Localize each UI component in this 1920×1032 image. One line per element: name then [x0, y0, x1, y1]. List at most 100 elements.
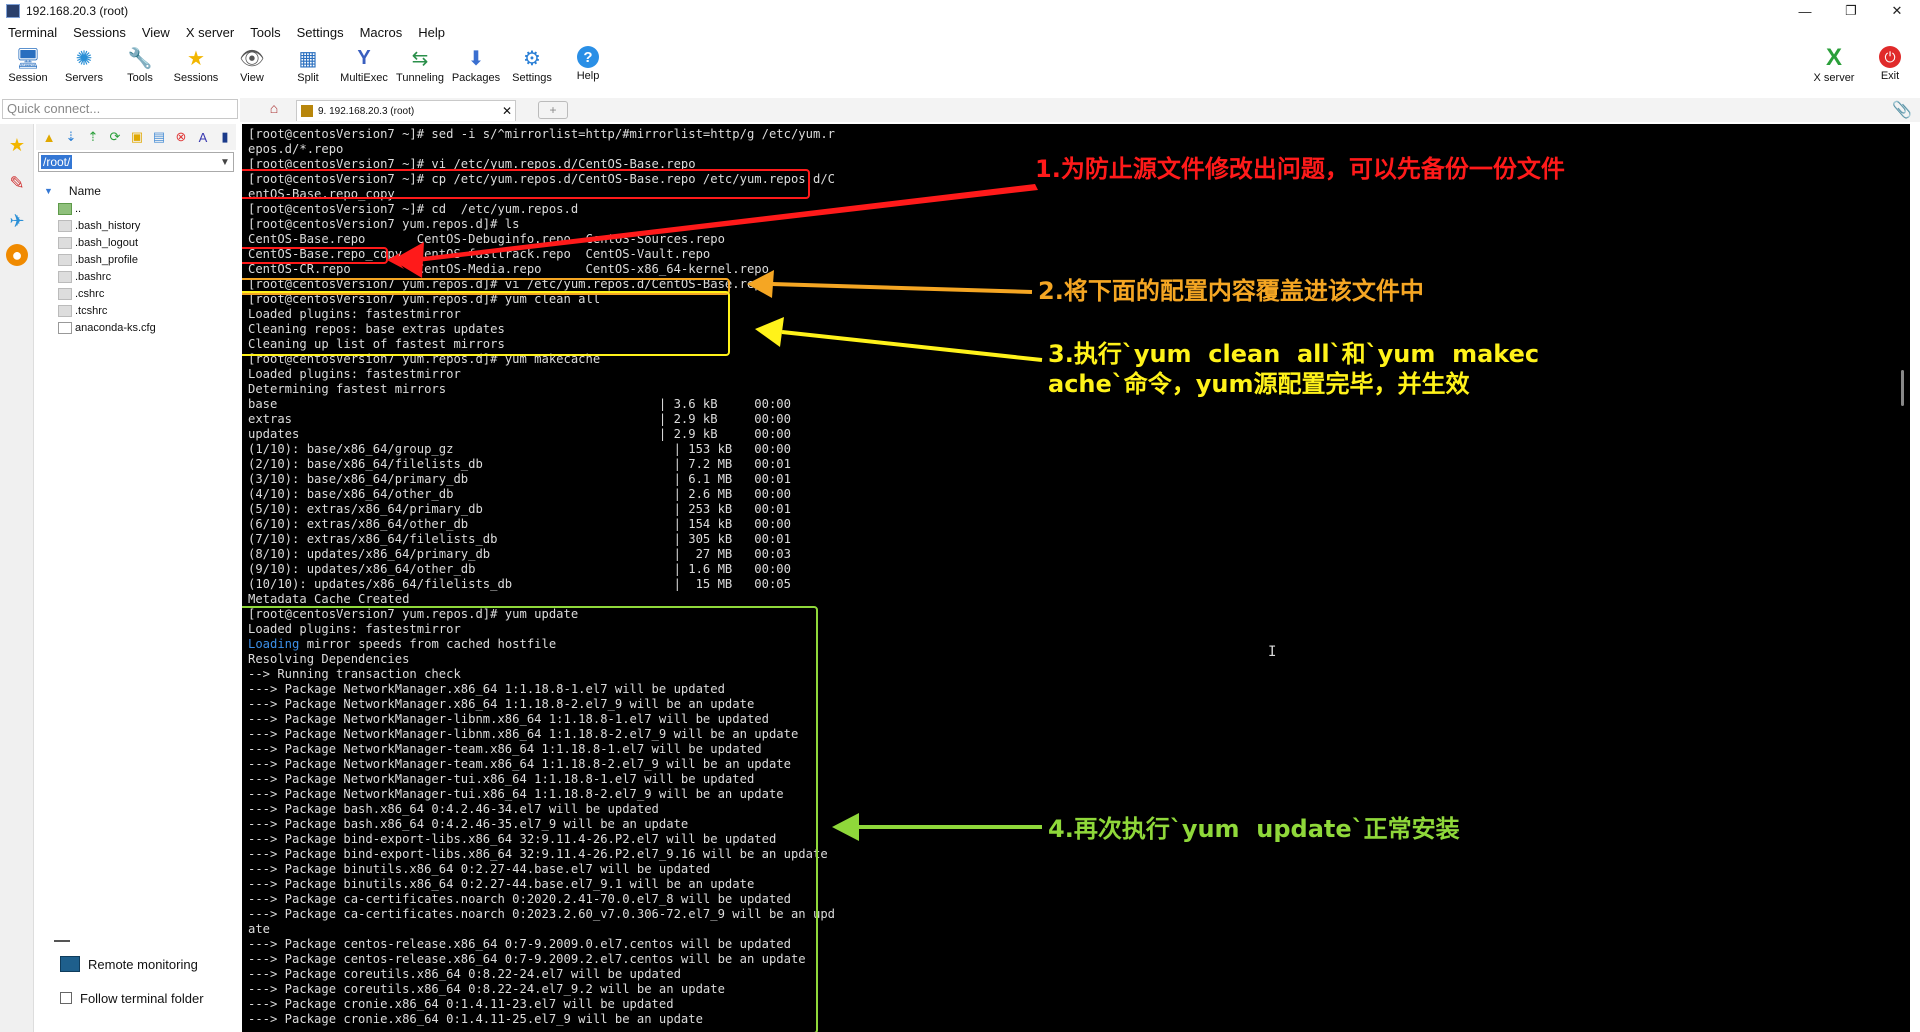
view-button[interactable]: 👁 View	[224, 42, 280, 92]
monitor-icon	[60, 956, 80, 972]
split-button[interactable]: ▦ Split	[280, 42, 336, 92]
tools-label: Tools	[127, 72, 153, 84]
sftp-path-value: /root/	[41, 155, 73, 169]
close-tab-icon[interactable]: ✕	[499, 104, 515, 118]
tab-session[interactable]: 9. 192.168.20.3 (root) ✕	[296, 100, 516, 121]
file-item-parent[interactable]: ..	[36, 200, 236, 217]
star-icon: ★	[187, 47, 205, 70]
sftp-toolbar: ▲ ⇣ ⇡ ⟳ ▣ ▤ ⊗ A ▮	[36, 124, 236, 150]
follow-folder-checkbox[interactable]	[60, 992, 72, 1004]
name-column-label: Name	[68, 184, 101, 198]
sessions-button[interactable]: ★ Sessions	[168, 42, 224, 92]
delete-icon[interactable]: ⊗	[170, 127, 192, 147]
menu-terminal[interactable]: Terminal	[0, 25, 65, 40]
settings-button[interactable]: ⚙ Settings	[504, 42, 560, 92]
menu-help[interactable]: Help	[410, 25, 453, 40]
menu-tools[interactable]: Tools	[242, 25, 288, 40]
window-controls: — ❐ ✕	[1782, 0, 1920, 22]
minimize-button[interactable]: —	[1782, 0, 1828, 22]
x-server-button[interactable]: XX server	[1806, 42, 1862, 92]
file-name: .tcshrc	[75, 304, 108, 317]
refresh-icon[interactable]: ⟳	[104, 127, 126, 147]
arrow-head-step-1	[392, 242, 424, 278]
tunneling-button[interactable]: ⇆ Tunneling	[392, 42, 448, 92]
file-item[interactable]: .bash_logout	[36, 234, 236, 251]
tools-side-icon[interactable]: ✎	[2, 166, 32, 200]
paperclip-icon[interactable]: 📎	[1892, 100, 1912, 120]
multiexec-icon: Y	[357, 46, 371, 69]
settings-label: Settings	[512, 72, 552, 84]
terminal-tab-icon	[301, 105, 313, 117]
session-button[interactable]: 🖥 Session	[0, 42, 56, 92]
file-column-header[interactable]: ▼ Name	[36, 182, 236, 200]
quick-connect-input[interactable]: Quick connect...	[2, 99, 238, 119]
sftp-side-icon[interactable]: ●	[6, 244, 28, 266]
exit-button[interactable]: ⏻ Exit	[1862, 42, 1918, 92]
menu-settings[interactable]: Settings	[289, 25, 352, 40]
menu-x-server[interactable]: X server	[178, 25, 242, 40]
main-toolbar: 🖥 Session ✺ Servers 🔧 Tools ★ Sessions 👁 View…	[0, 42, 1920, 92]
remote-monitoring-label: Remote monitoring	[88, 956, 198, 972]
file-name: .bashrc	[75, 270, 112, 283]
session-label: Session	[8, 72, 48, 84]
packages-button[interactable]: ⬇ Packages	[448, 42, 504, 92]
help-icon: ?	[577, 46, 599, 68]
folder-up-icon[interactable]: ▲	[38, 127, 60, 147]
servers-button[interactable]: ✺ Servers	[56, 42, 112, 92]
file-item[interactable]: anaconda-ks.cfg	[36, 319, 236, 336]
home-tab-icon[interactable]: ⌂	[260, 100, 288, 120]
arrow-step-1	[387, 184, 1038, 269]
file-item[interactable]: .bash_profile	[36, 251, 236, 268]
maximize-button[interactable]: ❐	[1828, 0, 1874, 22]
app-icon	[6, 4, 20, 18]
file-icon	[58, 270, 72, 283]
rename-icon[interactable]: A	[192, 127, 214, 147]
window-title: 192.168.20.3 (root)	[26, 4, 129, 18]
menu-view[interactable]: View	[134, 25, 178, 40]
file-icon	[58, 219, 72, 232]
help-button[interactable]: ? Help	[560, 42, 616, 92]
tools-icon: 🔧	[127, 47, 153, 70]
sftp-path-field[interactable]: /root/ ▼	[38, 152, 234, 172]
follow-folder-label: Follow terminal folder	[80, 990, 204, 1006]
arrow-head-step-4	[832, 813, 859, 841]
file-name: anaconda-ks.cfg	[75, 321, 156, 334]
file-item[interactable]: .bash_history	[36, 217, 236, 234]
sessions-star-icon[interactable]: ★	[2, 128, 32, 162]
new-folder-icon[interactable]: ▣	[126, 127, 148, 147]
upload-icon[interactable]: ⇡	[82, 127, 104, 147]
sftp-footer: Remote monitoring Follow terminal folder	[36, 940, 236, 1010]
tools-button[interactable]: 🔧 Tools	[112, 42, 168, 92]
macros-side-icon[interactable]: ✈	[2, 204, 32, 238]
follow-folder-toggle[interactable]: Follow terminal folder	[36, 986, 236, 1010]
document-icon	[58, 321, 72, 334]
close-window-button[interactable]: ✕	[1874, 0, 1920, 22]
download-icon[interactable]: ⇣	[60, 127, 82, 147]
help-label: Help	[576, 70, 600, 82]
side-tab-strip: ★ ✎ ✈ ●	[0, 124, 34, 1032]
collapse-icon[interactable]: ▼	[44, 186, 53, 196]
terminal-view[interactable]: [root@centosVersion7 ~]# sed -i s/^mirro…	[242, 124, 1910, 1032]
file-item[interactable]: .cshrc	[36, 285, 236, 302]
sessions-label: Sessions	[173, 72, 219, 84]
packages-label: Packages	[451, 72, 501, 84]
split-label: Split	[297, 72, 319, 84]
menu-macros[interactable]: Macros	[352, 25, 411, 40]
tab-bar: ⌂ 9. 192.168.20.3 (root) ✕ + 📎	[240, 98, 1920, 122]
parent-folder-icon	[58, 202, 72, 215]
file-name: .bash_profile	[75, 253, 138, 266]
file-item[interactable]: .tcshrc	[36, 302, 236, 319]
annotation-arrows	[387, 184, 1043, 841]
settings-icon: ⚙	[523, 47, 541, 70]
tunneling-icon: ⇆	[411, 47, 429, 70]
multiexec-button[interactable]: Y MultiExec	[336, 42, 392, 92]
menu-sessions[interactable]: Sessions	[65, 25, 134, 40]
file-item[interactable]: .bashrc	[36, 268, 236, 285]
remote-monitoring-button[interactable]: Remote monitoring	[36, 952, 236, 976]
menu-bar: Terminal Sessions View X server Tools Se…	[0, 22, 1920, 42]
file-icon	[58, 236, 72, 249]
new-tab-button[interactable]: +	[538, 101, 568, 119]
permissions-icon[interactable]: ▮	[214, 127, 236, 147]
new-file-icon[interactable]: ▤	[148, 127, 170, 147]
chevron-down-icon[interactable]: ▼	[217, 157, 233, 168]
